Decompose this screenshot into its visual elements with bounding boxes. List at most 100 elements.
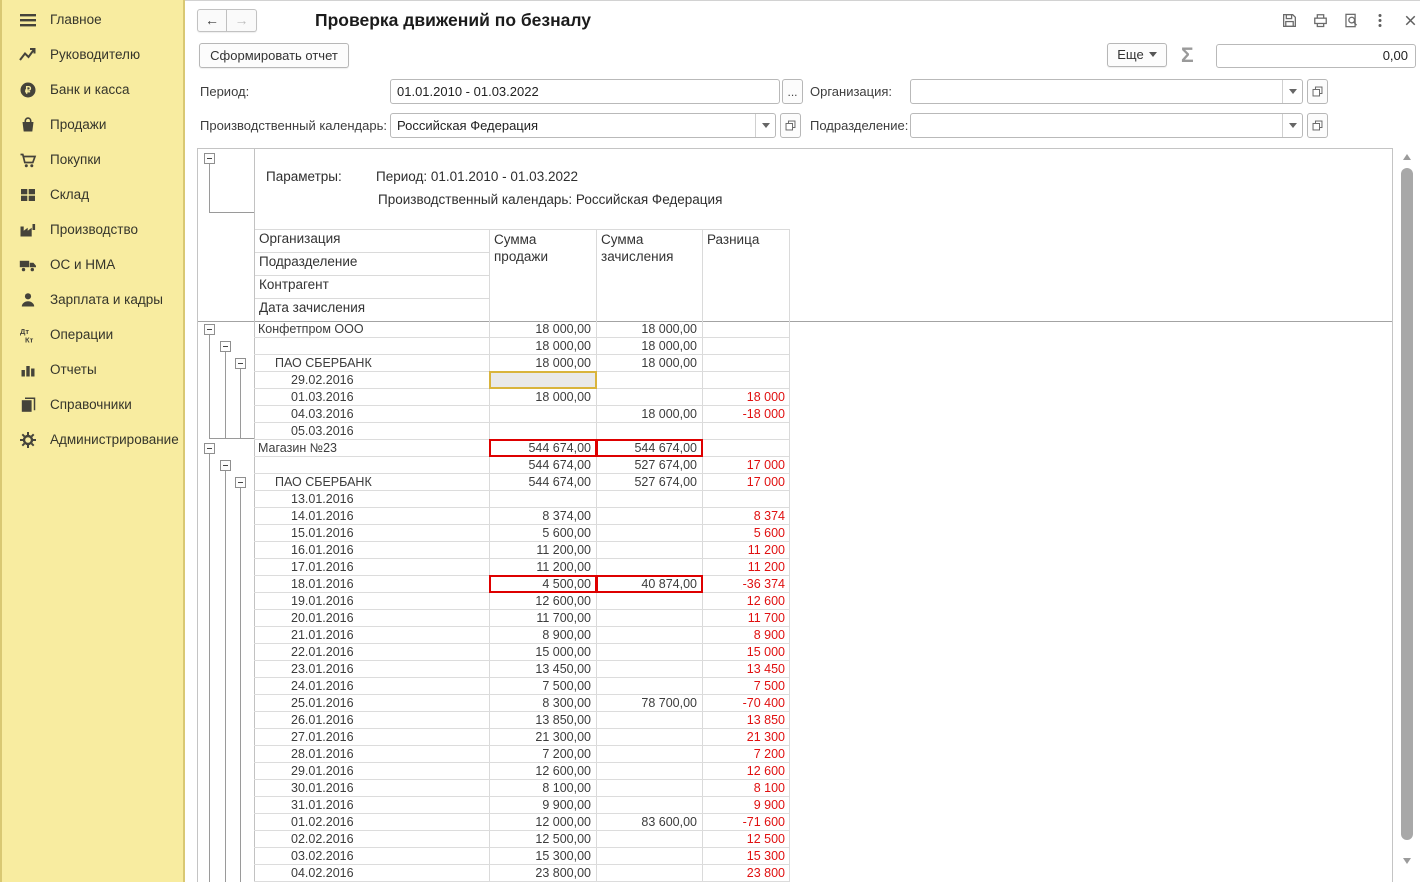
cell-label[interactable]: 29.01.2016 [254,763,489,779]
cell-label[interactable]: 19.01.2016 [254,593,489,609]
cell-difference[interactable]: 18 000 [702,389,789,405]
sidebar-item-8[interactable]: Зарплата и кадры [2,282,183,317]
cell-credit-sum[interactable] [596,627,702,643]
cell-label[interactable]: 17.01.2016 [254,559,489,575]
preview-icon[interactable] [1343,12,1360,29]
sidebar-item-12[interactable]: Администрирование [2,422,183,457]
cell-sale-sum[interactable]: 13 850,00 [489,712,596,728]
cell-sale-sum[interactable]: 18 000,00 [489,321,596,337]
cell-difference[interactable] [702,423,789,439]
column-header-difference[interactable]: Разница [702,229,785,321]
cell-credit-sum[interactable]: 18 000,00 [596,338,702,354]
cell-label[interactable]: 27.01.2016 [254,729,489,745]
cell-label[interactable]: 26.01.2016 [254,712,489,728]
cell-sale-sum[interactable]: 18 000,00 [489,355,596,371]
vertical-scrollbar[interactable] [1400,150,1415,882]
cell-credit-sum[interactable] [596,797,702,813]
cell-difference[interactable]: 13 850 [702,712,789,728]
sidebar-item-3[interactable]: Продажи [2,107,183,142]
cell-sale-sum[interactable]: 13 450,00 [489,661,596,677]
cell-label[interactable]: 23.01.2016 [254,661,489,677]
cell-credit-sum[interactable] [596,525,702,541]
cell-credit-sum[interactable] [596,678,702,694]
cell-label[interactable]: 31.01.2016 [254,797,489,813]
generate-report-button[interactable]: Сформировать отчет [199,43,349,68]
forward-button[interactable]: → [227,9,257,32]
cell-difference[interactable]: 17 000 [702,474,789,490]
cell-sale-sum[interactable]: 544 674,00 [489,474,596,490]
cell-difference[interactable]: -71 600 [702,814,789,830]
cell-difference[interactable]: 11 200 [702,559,789,575]
cell-difference[interactable]: 7 500 [702,678,789,694]
cell-sale-sum[interactable]: 12 600,00 [489,763,596,779]
cell-sale-sum[interactable]: 9 900,00 [489,797,596,813]
cell-credit-sum[interactable] [596,593,702,609]
cell-sale-sum[interactable]: 12 600,00 [489,593,596,609]
cell-credit-sum[interactable] [596,508,702,524]
cell-sale-sum[interactable]: 21 300,00 [489,729,596,745]
cell-label[interactable]: 14.01.2016 [254,508,489,524]
scrollbar-thumb[interactable] [1401,168,1413,840]
cell-sale-sum[interactable]: 12 500,00 [489,831,596,847]
cell-sale-sum[interactable]: 8 100,00 [489,780,596,796]
tree-expander[interactable] [204,324,215,335]
calendar-open-button[interactable] [780,113,801,138]
division-dropdown-button[interactable] [1282,114,1302,137]
cell-label[interactable]: 28.01.2016 [254,746,489,762]
cell-difference[interactable]: -70 400 [702,695,789,711]
tree-expander[interactable] [204,153,215,164]
cell-credit-sum[interactable] [596,848,702,864]
cell-label[interactable]: 15.01.2016 [254,525,489,541]
cell-label[interactable]: Магазин №23 [254,440,489,456]
sidebar-item-0[interactable]: Главное [2,2,183,37]
sigma-icon[interactable]: Σ [1181,44,1194,68]
row-header-division[interactable]: Подразделение [254,252,489,275]
period-field[interactable]: 01.01.2010 - 01.03.2022 [390,79,780,104]
calendar-dropdown-button[interactable] [755,114,775,137]
sidebar-item-10[interactable]: Отчеты [2,352,183,387]
cell-sale-sum[interactable] [489,491,596,507]
cell-difference[interactable]: 12 600 [702,763,789,779]
close-icon[interactable] [1402,12,1419,29]
row-header-counterparty[interactable]: Контрагент [254,275,489,298]
cell-label[interactable]: 21.01.2016 [254,627,489,643]
sidebar-item-11[interactable]: Справочники [2,387,183,422]
cell-credit-sum[interactable] [596,559,702,575]
cell-label[interactable]: 30.01.2016 [254,780,489,796]
cell-credit-sum[interactable] [596,865,702,881]
cell-credit-sum[interactable]: 18 000,00 [596,321,702,337]
cell-difference[interactable]: 5 600 [702,525,789,541]
column-header-sale-sum[interactable]: Сумма продажи [489,229,589,321]
cell-label[interactable]: ПАО СБЕРБАНК [254,355,489,371]
cell-difference[interactable]: 13 450 [702,661,789,677]
cell-credit-sum[interactable] [596,661,702,677]
cell-label[interactable]: 02.02.2016 [254,831,489,847]
cell-credit-sum[interactable] [596,610,702,626]
cell-difference[interactable]: 11 700 [702,610,789,626]
cell-difference[interactable]: -18 000 [702,406,789,422]
back-button[interactable]: ← [197,9,227,32]
cell-credit-sum[interactable]: 544 674,00 [596,440,702,456]
tree-expander[interactable] [235,477,246,488]
cell-sale-sum[interactable]: 8 900,00 [489,627,596,643]
cell-label[interactable]: ПАО СБЕРБАНК [254,474,489,490]
cell-credit-sum[interactable] [596,423,702,439]
cell-label[interactable]: 05.03.2016 [254,423,489,439]
cell-label[interactable]: 25.01.2016 [254,695,489,711]
row-header-organization[interactable]: Организация [254,229,489,252]
cell-label[interactable] [254,338,489,354]
cell-credit-sum[interactable] [596,746,702,762]
cell-sale-sum[interactable] [489,423,596,439]
cell-label[interactable]: 29.02.2016 [254,372,489,388]
cell-credit-sum[interactable] [596,542,702,558]
cell-difference[interactable]: 8 900 [702,627,789,643]
cell-difference[interactable] [702,440,789,456]
cell-credit-sum[interactable]: 78 700,00 [596,695,702,711]
column-header-credit-sum[interactable]: Сумма зачисления [596,229,696,321]
cell-credit-sum[interactable] [596,389,702,405]
sidebar-item-9[interactable]: ДтКтОперации [2,317,183,352]
cell-credit-sum[interactable]: 527 674,00 [596,457,702,473]
tree-expander[interactable] [220,341,231,352]
kebab-icon[interactable] [1376,12,1384,29]
cell-label[interactable] [254,457,489,473]
